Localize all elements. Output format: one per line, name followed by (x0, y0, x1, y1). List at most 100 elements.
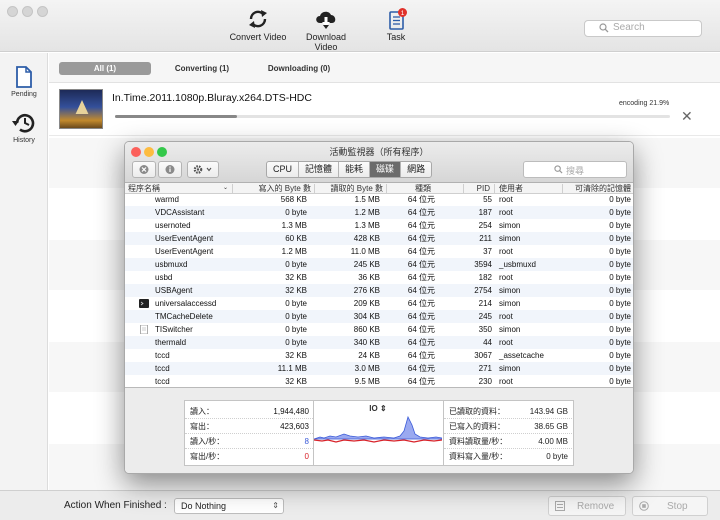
process-row[interactable]: UserEventAgent 1.2 MB 11.0 MB 64 位元 37 root 0 … (125, 245, 633, 258)
io-stat-row: 寫出/秒： 0 (185, 450, 313, 464)
process-name: UserEventAgent (155, 234, 214, 243)
sidebar-item-pending[interactable]: Pending (0, 65, 48, 98)
tab-downloading[interactable]: Downloading (0) (253, 62, 345, 75)
window-minimize-button[interactable] (22, 6, 33, 17)
purgeable-memory: 0 byte (609, 234, 631, 243)
tab-network[interactable]: 網路 (401, 162, 431, 177)
stop-button[interactable]: Stop (632, 496, 708, 516)
purgeable-memory: 0 byte (609, 325, 631, 334)
task-button[interactable]: 1 Task (380, 8, 412, 42)
process-pid: 2754 (474, 286, 492, 295)
tab-all[interactable]: All (1) (59, 62, 151, 75)
inspect-button[interactable] (158, 161, 182, 178)
window-close-button[interactable] (7, 6, 18, 17)
process-kind: 64 位元 (407, 208, 435, 217)
io-counts-panel: 讀入： 1,944,480 寫出： 423,603 讀入/秒： 8 寫出/秒： 0 (184, 400, 314, 466)
action-when-finished-select[interactable]: Do Nothing ⇕ (174, 498, 284, 514)
purgeable-memory: 0 byte (609, 338, 631, 347)
close-icon[interactable]: ✕ (681, 109, 693, 123)
info-icon (165, 165, 175, 174)
job-progress-fill (115, 115, 237, 118)
am-window-title: 活動監視器（所有程序） (329, 147, 429, 157)
io-stat-value: 0 (304, 452, 309, 461)
tab-disk[interactable]: 磁碟 (370, 162, 402, 177)
search-input[interactable]: Search (584, 20, 702, 37)
process-row[interactable]: VDCAssistant 0 byte 1.2 MB 64 位元 187 root 0 by… (125, 206, 633, 219)
am-category-tabs: CPU 記憶體 能耗 磁碟 網路 (266, 161, 433, 178)
disk-summary-panel: 讀入： 1,944,480 寫出： 423,603 讀入/秒： 8 寫出/秒： 0 IO ⇕ … (125, 387, 633, 473)
process-row[interactable]: TMCacheDelete 0 byte 304 KB 64 位元 245 root 0 b… (125, 310, 633, 323)
process-row[interactable]: thermald 0 byte 340 KB 64 位元 44 root 0 byte (125, 336, 633, 349)
process-row[interactable]: warmd 568 KB 1.5 MB 64 位元 55 root 0 byte (125, 193, 633, 206)
process-row[interactable]: tccd 11.1 MB 3.0 MB 64 位元 271 simon 0 byte (125, 362, 633, 375)
purgeable-memory: 0 byte (609, 299, 631, 308)
process-kind: 64 位元 (407, 364, 435, 373)
pending-label: Pending (11, 91, 37, 98)
bytes-written: 0 byte (285, 325, 307, 334)
process-row[interactable]: universalaccessd 0 byte 209 KB 64 位元 214 simo… (125, 297, 633, 310)
data-stat-value: 143.94 GB (529, 407, 568, 416)
process-pid: 182 (478, 273, 492, 282)
am-search-input[interactable]: 搜尋 (523, 161, 627, 178)
window-zoom-button[interactable] (37, 6, 48, 17)
data-stat-value: 0 byte (546, 452, 568, 461)
process-name: usbmuxd (155, 260, 188, 269)
process-row[interactable]: usbd 32 KB 36 KB 64 位元 182 root 0 byte (125, 271, 633, 284)
document-icon (140, 325, 148, 334)
job-title: In.Time.2011.1080p.Bluray.x264.DTS-HDC (112, 92, 312, 104)
process-kind: 64 位元 (407, 377, 435, 386)
purgeable-memory: 0 byte (609, 377, 631, 386)
filter-tabs: All (1) Converting (1) Downloading (0) (49, 53, 720, 83)
tab-energy[interactable]: 能耗 (339, 162, 371, 177)
process-user: root (499, 273, 513, 282)
process-user: simon (499, 221, 521, 230)
tab-cpu[interactable]: CPU (267, 162, 300, 177)
process-pid: 3067 (474, 351, 492, 360)
process-row[interactable]: usernoted 1.3 MB 1.3 MB 64 位元 254 simon 0 byte (125, 219, 633, 232)
download-video-button[interactable]: Download Video (294, 8, 358, 52)
search-icon (554, 165, 563, 174)
io-read-area (314, 415, 442, 440)
process-name: usernoted (155, 221, 191, 230)
data-stat-value: 38.65 GB (534, 422, 568, 431)
bytes-written: 1.3 MB (281, 221, 307, 230)
history-label: History (13, 137, 35, 144)
column-divider (562, 184, 563, 193)
bytes-written: 0 byte (285, 312, 307, 321)
bytes-read: 340 KB (353, 338, 380, 347)
column-divider (314, 184, 315, 193)
tab-converting[interactable]: Converting (1) (161, 62, 243, 75)
quit-process-button[interactable] (132, 161, 156, 178)
close-circle-icon (139, 165, 149, 174)
history-clock-icon (12, 114, 35, 133)
chevron-updown-icon: ⇕ (272, 501, 279, 510)
bytes-read: 1.3 MB (354, 221, 380, 230)
process-kind: 64 位元 (407, 247, 435, 256)
process-row[interactable]: usbmuxd 0 byte 245 KB 64 位元 3594 _usbmuxd 0 by… (125, 258, 633, 271)
purgeable-memory: 0 byte (609, 247, 631, 256)
process-user: simon (499, 299, 521, 308)
data-stat-value: 4.00 MB (538, 437, 568, 446)
data-stat-label: 資料寫入量/秒： (449, 452, 508, 461)
action-menu-button[interactable] (187, 161, 219, 178)
sidebar-item-history[interactable]: History (0, 111, 48, 144)
process-row[interactable]: UserEventAgent 60 KB 428 KB 64 位元 211 simon 0 … (125, 232, 633, 245)
process-user: simon (499, 234, 521, 243)
remove-button[interactable]: Remove (548, 496, 626, 516)
io-stat-value: 423,603 (280, 422, 309, 431)
bytes-read: 860 KB (353, 325, 380, 334)
process-row[interactable]: USBAgent 32 KB 276 KB 64 位元 2754 simon 0 byte (125, 284, 633, 297)
job-list-item[interactable]: In.Time.2011.1080p.Bluray.x264.DTS-HDC e… (49, 84, 720, 136)
convert-video-button[interactable]: Convert Video (226, 8, 290, 42)
process-row[interactable]: tccd 32 KB 24 KB 64 位元 3067 _assetcache 0 byte (125, 349, 633, 362)
action-when-finished-label: Action When Finished : (64, 500, 167, 511)
process-row[interactable]: tccd 32 KB 9.5 MB 64 位元 230 root 0 byte (125, 375, 633, 387)
io-stat-value: 1,944,480 (273, 407, 309, 416)
process-pid: 230 (478, 377, 492, 386)
process-name: TMCacheDelete (155, 312, 213, 321)
io-stat-row: 寫出： 423,603 (185, 420, 313, 434)
tab-memory[interactable]: 記憶體 (299, 162, 340, 177)
process-pid: 245 (478, 312, 492, 321)
remove-list-icon (555, 501, 565, 511)
process-row[interactable]: TISwitcher 0 byte 860 KB 64 位元 350 simon 0 byt… (125, 323, 633, 336)
